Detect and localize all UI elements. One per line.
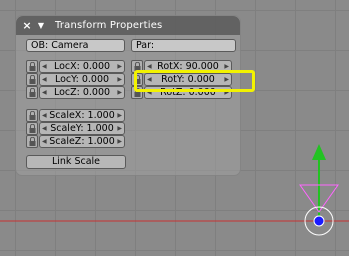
rotx-highlight-box <box>134 70 255 92</box>
object-name-field[interactable]: OB: Camera <box>26 39 125 52</box>
lock-icon <box>29 137 36 146</box>
lock-icon <box>29 88 36 97</box>
increment-arrow-icon[interactable]: ▶ <box>117 136 122 147</box>
locy-field[interactable]: ◀ LocY: 0.000 ▶ <box>39 73 125 86</box>
collapse-triangle-icon[interactable]: ▼ <box>35 21 47 30</box>
increment-arrow-icon[interactable]: ▶ <box>117 123 122 134</box>
lock-icon <box>29 75 36 84</box>
scalez-field[interactable]: ◀ ScaleZ: 1.000 ▶ <box>39 135 125 148</box>
locz-field[interactable]: ◀ LocZ: 0.000 ▶ <box>39 86 125 99</box>
locy-label: LocY: 0.000 <box>54 74 110 85</box>
lock-scalez-button[interactable] <box>26 135 38 148</box>
link-scale-button[interactable]: Link Scale <box>26 155 126 169</box>
locz-label: LocZ: 0.000 <box>53 87 111 98</box>
lock-locy-button[interactable] <box>26 73 38 86</box>
lock-locz-button[interactable] <box>26 86 38 99</box>
panel-title: Transform Properties <box>55 20 163 31</box>
close-icon[interactable]: × <box>21 19 33 32</box>
panel-header[interactable]: × ▼ Transform Properties <box>16 16 240 35</box>
z-axis-arrow-icon[interactable] <box>312 144 326 160</box>
increment-arrow-icon[interactable]: ▶ <box>117 110 122 121</box>
object-origin-icon[interactable] <box>313 215 325 227</box>
locx-field[interactable]: ◀ LocX: 0.000 ▶ <box>39 60 125 73</box>
parent-field[interactable]: Par: <box>131 39 236 52</box>
scalex-label: ScaleX: 1.000 <box>49 110 115 121</box>
transform-properties-panel: × ▼ Transform Properties OB: Camera Par:… <box>15 15 255 176</box>
lock-scaley-button[interactable] <box>26 122 38 135</box>
lock-icon <box>29 62 36 71</box>
locx-label: LocX: 0.000 <box>53 61 111 72</box>
increment-arrow-icon[interactable]: ▶ <box>117 74 122 85</box>
lock-scalex-button[interactable] <box>26 109 38 122</box>
lock-icon <box>29 111 36 120</box>
scalez-label: ScaleZ: 1.000 <box>49 136 115 147</box>
scalex-field[interactable]: ◀ ScaleX: 1.000 ▶ <box>39 109 125 122</box>
scaley-field[interactable]: ◀ ScaleY: 1.000 ▶ <box>39 122 125 135</box>
lock-icon <box>29 124 36 133</box>
lock-locx-button[interactable] <box>26 60 38 73</box>
increment-arrow-icon[interactable]: ▶ <box>117 87 122 98</box>
increment-arrow-icon[interactable]: ▶ <box>117 61 122 72</box>
scaley-label: ScaleY: 1.000 <box>50 123 114 134</box>
